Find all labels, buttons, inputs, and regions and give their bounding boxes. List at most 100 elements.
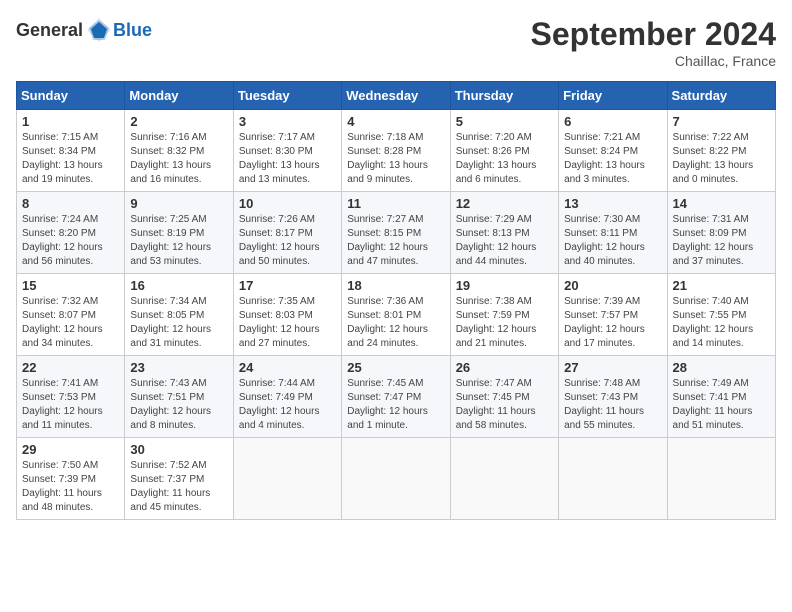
day-number: 21: [673, 278, 770, 293]
page-header: General Blue September 2024 Chaillac, Fr…: [16, 16, 776, 69]
calendar-cell: 6 Sunrise: 7:21 AM Sunset: 8:24 PM Daylig…: [559, 110, 667, 192]
calendar-cell: 8 Sunrise: 7:24 AM Sunset: 8:20 PM Daylig…: [17, 192, 125, 274]
calendar-cell: [233, 438, 341, 520]
calendar-cell: 28 Sunrise: 7:49 AM Sunset: 7:41 PM Dayli…: [667, 356, 775, 438]
calendar-cell: [450, 438, 558, 520]
day-info: Sunrise: 7:21 AM Sunset: 8:24 PM Dayligh…: [564, 131, 661, 187]
location: Chaillac, France: [531, 53, 776, 69]
weekday-label: Friday: [559, 82, 667, 110]
day-number: 10: [239, 196, 336, 211]
day-info: Sunrise: 7:39 AM Sunset: 7:57 PM Dayligh…: [564, 295, 661, 351]
day-number: 18: [347, 278, 444, 293]
day-number: 15: [22, 278, 119, 293]
calendar-cell: 22 Sunrise: 7:41 AM Sunset: 7:53 PM Dayli…: [17, 356, 125, 438]
day-number: 22: [22, 360, 119, 375]
day-info: Sunrise: 7:24 AM Sunset: 8:20 PM Dayligh…: [22, 213, 119, 269]
day-info: Sunrise: 7:25 AM Sunset: 8:19 PM Dayligh…: [130, 213, 227, 269]
weekday-label: Thursday: [450, 82, 558, 110]
calendar-week-row: 15 Sunrise: 7:32 AM Sunset: 8:07 PM Dayli…: [17, 274, 776, 356]
day-number: 16: [130, 278, 227, 293]
day-info: Sunrise: 7:44 AM Sunset: 7:49 PM Dayligh…: [239, 377, 336, 433]
calendar-cell: 4Sunrise: 7:18 AM Sunset: 8:28 PM Daylig…: [342, 110, 450, 192]
day-info: Sunrise: 7:31 AM Sunset: 8:09 PM Dayligh…: [673, 213, 770, 269]
calendar-week-row: 29 Sunrise: 7:50 AM Sunset: 7:39 PM Dayli…: [17, 438, 776, 520]
day-info: Sunrise: 7:29 AM Sunset: 8:13 PM Dayligh…: [456, 213, 553, 269]
day-info: Sunrise: 7:15 AM Sunset: 8:34 PM Dayligh…: [22, 131, 119, 187]
logo-icon: [85, 16, 113, 44]
day-number: 24: [239, 360, 336, 375]
day-number: 20: [564, 278, 661, 293]
day-info: Sunrise: 7:40 AM Sunset: 7:55 PM Dayligh…: [673, 295, 770, 351]
day-info: Sunrise: 7:17 AM Sunset: 8:30 PM Dayligh…: [239, 131, 336, 187]
day-number: 2: [130, 114, 227, 129]
day-number: 26: [456, 360, 553, 375]
day-info: Sunrise: 7:48 AM Sunset: 7:43 PM Dayligh…: [564, 377, 661, 433]
calendar-cell: [559, 438, 667, 520]
weekday-label: Monday: [125, 82, 233, 110]
day-info: Sunrise: 7:50 AM Sunset: 7:39 PM Dayligh…: [22, 459, 119, 515]
day-number: 14: [673, 196, 770, 211]
day-info: Sunrise: 7:18 AM Sunset: 8:28 PM Dayligh…: [347, 131, 444, 187]
calendar-cell: [342, 438, 450, 520]
day-number: 5: [456, 114, 553, 129]
calendar-cell: 1 Sunrise: 7:15 AM Sunset: 8:34 PM Daylig…: [17, 110, 125, 192]
title-block: September 2024 Chaillac, France: [531, 16, 776, 69]
day-number: 30: [130, 442, 227, 457]
day-info: Sunrise: 7:32 AM Sunset: 8:07 PM Dayligh…: [22, 295, 119, 351]
logo-blue: Blue: [113, 20, 152, 41]
calendar-cell: 18 Sunrise: 7:36 AM Sunset: 8:01 PM Dayli…: [342, 274, 450, 356]
day-info: Sunrise: 7:16 AM Sunset: 8:32 PM Dayligh…: [130, 131, 227, 187]
calendar-cell: 29 Sunrise: 7:50 AM Sunset: 7:39 PM Dayli…: [17, 438, 125, 520]
calendar-cell: 12 Sunrise: 7:29 AM Sunset: 8:13 PM Dayli…: [450, 192, 558, 274]
calendar-cell: 15 Sunrise: 7:32 AM Sunset: 8:07 PM Dayli…: [17, 274, 125, 356]
day-info: Sunrise: 7:47 AM Sunset: 7:45 PM Dayligh…: [456, 377, 553, 433]
calendar-cell: 23Sunrise: 7:43 AM Sunset: 7:51 PM Dayli…: [125, 356, 233, 438]
month-title: September 2024: [531, 16, 776, 53]
day-info: Sunrise: 7:49 AM Sunset: 7:41 PM Dayligh…: [673, 377, 770, 433]
calendar-cell: 25Sunrise: 7:45 AM Sunset: 7:47 PM Dayli…: [342, 356, 450, 438]
calendar-week-row: 22 Sunrise: 7:41 AM Sunset: 7:53 PM Dayli…: [17, 356, 776, 438]
day-info: Sunrise: 7:38 AM Sunset: 7:59 PM Dayligh…: [456, 295, 553, 351]
day-number: 8: [22, 196, 119, 211]
weekday-header-row: SundayMondayTuesdayWednesdayThursdayFrid…: [17, 82, 776, 110]
calendar-week-row: 8 Sunrise: 7:24 AM Sunset: 8:20 PM Daylig…: [17, 192, 776, 274]
calendar-cell: 9Sunrise: 7:25 AM Sunset: 8:19 PM Daylig…: [125, 192, 233, 274]
calendar-cell: 17 Sunrise: 7:35 AM Sunset: 8:03 PM Dayli…: [233, 274, 341, 356]
day-number: 17: [239, 278, 336, 293]
day-number: 27: [564, 360, 661, 375]
day-number: 13: [564, 196, 661, 211]
calendar-week-row: 1 Sunrise: 7:15 AM Sunset: 8:34 PM Daylig…: [17, 110, 776, 192]
calendar-cell: 21 Sunrise: 7:40 AM Sunset: 7:55 PM Dayli…: [667, 274, 775, 356]
calendar-cell: 24 Sunrise: 7:44 AM Sunset: 7:49 PM Dayli…: [233, 356, 341, 438]
day-number: 1: [22, 114, 119, 129]
day-number: 6: [564, 114, 661, 129]
day-number: 12: [456, 196, 553, 211]
day-info: Sunrise: 7:34 AM Sunset: 8:05 PM Dayligh…: [130, 295, 227, 351]
calendar-cell: 30 Sunrise: 7:52 AM Sunset: 7:37 PM Dayli…: [125, 438, 233, 520]
day-number: 28: [673, 360, 770, 375]
day-info: Sunrise: 7:36 AM Sunset: 8:01 PM Dayligh…: [347, 295, 444, 351]
calendar-body: 1 Sunrise: 7:15 AM Sunset: 8:34 PM Daylig…: [17, 110, 776, 520]
day-info: Sunrise: 7:35 AM Sunset: 8:03 PM Dayligh…: [239, 295, 336, 351]
day-number: 3: [239, 114, 336, 129]
day-info: Sunrise: 7:20 AM Sunset: 8:26 PM Dayligh…: [456, 131, 553, 187]
calendar-cell: 19 Sunrise: 7:38 AM Sunset: 7:59 PM Dayli…: [450, 274, 558, 356]
calendar-cell: 2 Sunrise: 7:16 AM Sunset: 8:32 PM Daylig…: [125, 110, 233, 192]
calendar-cell: 10 Sunrise: 7:26 AM Sunset: 8:17 PM Dayli…: [233, 192, 341, 274]
day-info: Sunrise: 7:43 AM Sunset: 7:51 PM Dayligh…: [130, 377, 227, 433]
day-info: Sunrise: 7:26 AM Sunset: 8:17 PM Dayligh…: [239, 213, 336, 269]
day-info: Sunrise: 7:41 AM Sunset: 7:53 PM Dayligh…: [22, 377, 119, 433]
day-info: Sunrise: 7:30 AM Sunset: 8:11 PM Dayligh…: [564, 213, 661, 269]
day-info: Sunrise: 7:52 AM Sunset: 7:37 PM Dayligh…: [130, 459, 227, 515]
day-info: Sunrise: 7:27 AM Sunset: 8:15 PM Dayligh…: [347, 213, 444, 269]
weekday-label: Wednesday: [342, 82, 450, 110]
calendar-cell: [667, 438, 775, 520]
day-number: 19: [456, 278, 553, 293]
calendar-cell: 3 Sunrise: 7:17 AM Sunset: 8:30 PM Daylig…: [233, 110, 341, 192]
calendar-cell: 7Sunrise: 7:22 AM Sunset: 8:22 PM Daylig…: [667, 110, 775, 192]
logo-general: General: [16, 20, 83, 41]
day-info: Sunrise: 7:22 AM Sunset: 8:22 PM Dayligh…: [673, 131, 770, 187]
day-number: 29: [22, 442, 119, 457]
calendar-cell: 26 Sunrise: 7:47 AM Sunset: 7:45 PM Dayli…: [450, 356, 558, 438]
calendar-cell: 13 Sunrise: 7:30 AM Sunset: 8:11 PM Dayli…: [559, 192, 667, 274]
